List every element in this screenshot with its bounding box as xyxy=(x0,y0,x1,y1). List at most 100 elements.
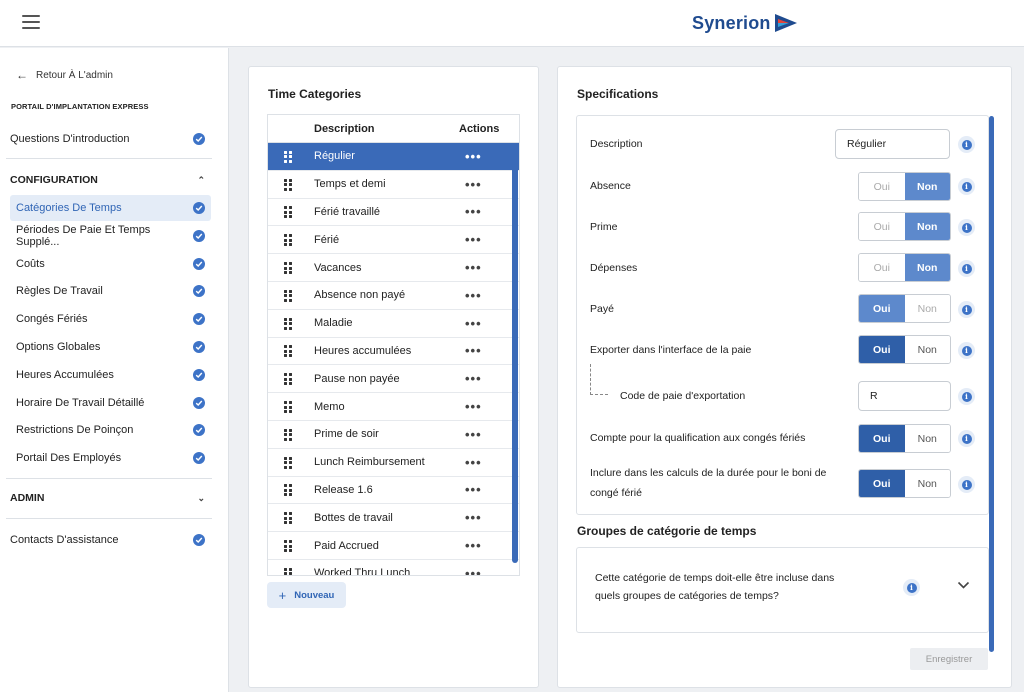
toggle-non[interactable]: Non xyxy=(904,425,950,452)
toggle-oui[interactable]: Oui xyxy=(859,213,905,240)
toggle-non[interactable]: Non xyxy=(904,173,950,200)
description-input[interactable]: Régulier xyxy=(835,129,950,159)
more-actions-icon[interactable]: ••• xyxy=(465,455,482,470)
paye-toggle[interactable]: Oui Non xyxy=(858,294,951,323)
drag-handle-icon[interactable] xyxy=(284,484,292,497)
sidebar-item-contacts[interactable]: Contacts D'assistance xyxy=(10,527,211,553)
table-row[interactable]: Memo ••• xyxy=(268,393,519,421)
more-actions-icon[interactable]: ••• xyxy=(465,371,482,386)
more-actions-icon[interactable]: ••• xyxy=(465,149,482,164)
table-row[interactable]: Pause non payée ••• xyxy=(268,365,519,394)
sidebar-item-config[interactable]: Horaire De Travail Détaillé xyxy=(10,390,211,416)
sidebar-item-config[interactable]: Heures Accumulées xyxy=(10,362,211,388)
table-row[interactable]: Temps et demi ••• xyxy=(268,171,519,199)
new-category-button[interactable]: + Nouveau xyxy=(267,582,346,608)
more-actions-icon[interactable]: ••• xyxy=(465,316,482,331)
table-row[interactable]: Paid Accrued ••• xyxy=(268,532,519,560)
more-actions-icon[interactable]: ••• xyxy=(465,288,482,303)
table-scrollbar[interactable] xyxy=(512,143,518,563)
sidebar-item-config[interactable]: Portail Des Employés xyxy=(10,445,211,471)
more-actions-icon[interactable]: ••• xyxy=(465,204,482,219)
more-actions-icon[interactable]: ••• xyxy=(465,399,482,414)
back-to-admin-link[interactable]: ← Retour À L'admin xyxy=(16,68,113,82)
table-row[interactable]: Release 1.6 ••• xyxy=(268,477,519,505)
specifications-scrollbar[interactable] xyxy=(989,116,994,652)
info-icon[interactable]: i xyxy=(903,579,920,596)
more-actions-icon[interactable]: ••• xyxy=(465,510,482,525)
info-icon[interactable]: i xyxy=(958,260,975,277)
info-icon[interactable]: i xyxy=(958,178,975,195)
toggle-oui[interactable]: Oui xyxy=(859,470,905,497)
table-row[interactable]: Absence non payé ••• xyxy=(268,282,519,310)
table-row[interactable]: Férié ••• xyxy=(268,226,519,255)
more-actions-icon[interactable]: ••• xyxy=(465,566,482,575)
table-row[interactable]: Prime de soir ••• xyxy=(268,421,519,449)
export-code-input[interactable]: R xyxy=(858,381,951,411)
section-admin[interactable]: ADMIN ⌄ xyxy=(10,488,211,508)
sidebar-item-intro[interactable]: Questions D'introduction xyxy=(10,126,211,152)
info-icon[interactable]: i xyxy=(958,301,975,318)
sidebar-item-config[interactable]: Congés Fériés xyxy=(10,306,211,332)
more-actions-icon[interactable]: ••• xyxy=(465,260,482,275)
sidebar-item-config[interactable]: Options Globales xyxy=(10,334,211,360)
more-actions-icon[interactable]: ••• xyxy=(465,343,482,358)
drag-handle-icon[interactable] xyxy=(284,540,292,553)
more-actions-icon[interactable]: ••• xyxy=(465,427,482,442)
table-row[interactable]: Férié travaillé ••• xyxy=(268,199,519,227)
sidebar-item-config[interactable]: Périodes De Paie Et Temps Supplé... xyxy=(10,223,211,249)
menu-icon[interactable] xyxy=(22,15,40,29)
toggle-oui[interactable]: Oui xyxy=(859,336,905,363)
info-icon[interactable]: i xyxy=(958,430,975,447)
more-actions-icon[interactable]: ••• xyxy=(465,232,482,247)
table-row[interactable]: Vacances ••• xyxy=(268,254,519,282)
more-actions-icon[interactable]: ••• xyxy=(465,482,482,497)
table-row[interactable]: Régulier ••• xyxy=(268,143,519,171)
info-icon[interactable]: i xyxy=(958,342,975,359)
section-configuration[interactable]: CONFIGURATION ⌃ xyxy=(10,170,211,190)
table-row[interactable]: Lunch Reimbursement ••• xyxy=(268,449,519,477)
drag-handle-icon[interactable] xyxy=(284,456,292,469)
info-icon[interactable]: i xyxy=(958,219,975,236)
drag-handle-icon[interactable] xyxy=(284,317,292,330)
drag-handle-icon[interactable] xyxy=(284,567,292,575)
sidebar-item-config[interactable]: Catégories De Temps xyxy=(10,195,211,221)
save-button[interactable]: Enregistrer xyxy=(910,648,988,670)
toggle-oui[interactable]: Oui xyxy=(859,173,905,200)
toggle-oui[interactable]: Oui xyxy=(859,295,905,322)
holiday-qualification-toggle[interactable]: Oui Non xyxy=(858,424,951,453)
toggle-non[interactable]: Non xyxy=(904,295,950,322)
toggle-oui[interactable]: Oui xyxy=(859,425,905,452)
sidebar-item-config[interactable]: Coûts xyxy=(10,251,211,277)
drag-handle-icon[interactable] xyxy=(284,512,292,525)
holiday-bonus-toggle[interactable]: Oui Non xyxy=(858,469,951,498)
table-row[interactable]: Maladie ••• xyxy=(268,310,519,338)
toggle-non[interactable]: Non xyxy=(904,336,950,363)
absence-toggle[interactable]: Oui Non xyxy=(858,172,951,201)
drag-handle-icon[interactable] xyxy=(284,178,292,191)
sidebar-item-config[interactable]: Restrictions De Poinçon xyxy=(10,417,211,443)
drag-handle-icon[interactable] xyxy=(284,289,292,302)
toggle-non[interactable]: Non xyxy=(904,470,950,497)
chevron-down-icon[interactable] xyxy=(957,581,970,590)
table-row[interactable]: Heures accumulées ••• xyxy=(268,338,519,366)
drag-handle-icon[interactable] xyxy=(284,234,292,247)
depenses-toggle[interactable]: Oui Non xyxy=(858,253,951,282)
drag-handle-icon[interactable] xyxy=(284,401,292,414)
export-toggle[interactable]: Oui Non xyxy=(858,335,951,364)
drag-handle-icon[interactable] xyxy=(284,428,292,441)
drag-handle-icon[interactable] xyxy=(284,345,292,358)
info-icon[interactable]: i xyxy=(958,388,975,405)
prime-toggle[interactable]: Oui Non xyxy=(858,212,951,241)
more-actions-icon[interactable]: ••• xyxy=(465,177,482,192)
drag-handle-icon[interactable] xyxy=(284,150,292,163)
sidebar-item-config[interactable]: Règles De Travail xyxy=(10,278,211,304)
toggle-non[interactable]: Non xyxy=(904,254,950,281)
more-actions-icon[interactable]: ••• xyxy=(465,538,482,553)
info-icon[interactable]: i xyxy=(958,136,975,153)
drag-handle-icon[interactable] xyxy=(284,206,292,219)
toggle-non[interactable]: Non xyxy=(904,213,950,240)
table-row[interactable]: Worked Thru Lunch ••• xyxy=(268,560,519,575)
toggle-oui[interactable]: Oui xyxy=(859,254,905,281)
info-icon[interactable]: i xyxy=(958,476,975,493)
drag-handle-icon[interactable] xyxy=(284,262,292,275)
